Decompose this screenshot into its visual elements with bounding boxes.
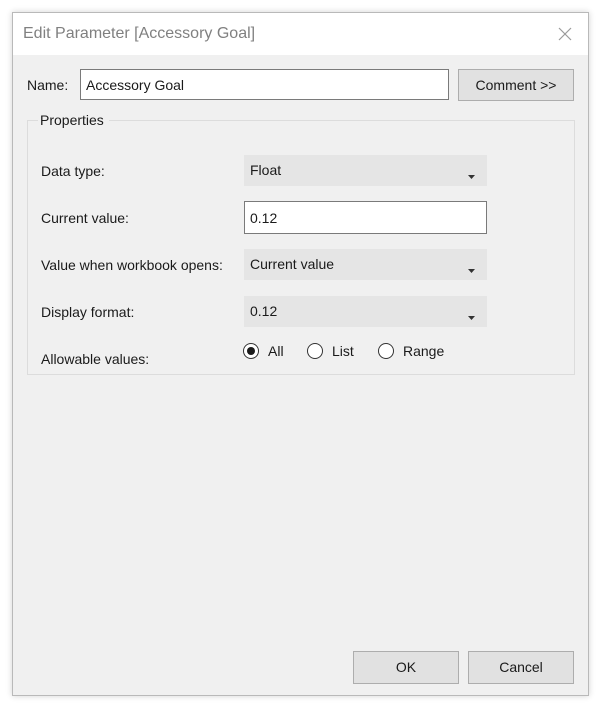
workbook-opens-label: Value when workbook opens: [41,257,223,273]
properties-group: Properties Data type: Float Current valu… [27,112,575,375]
radio-list-label: List [332,343,354,359]
name-label: Name: [27,77,69,93]
radio-selected-dot [247,347,255,355]
window-title: Edit Parameter [Accessory Goal] [23,25,256,42]
title-bar: Edit Parameter [Accessory Goal] [13,13,588,55]
radio-range-circle [378,343,394,359]
name-field[interactable] [80,69,449,100]
radio-range-label: Range [403,343,445,359]
ok-button[interactable]: OK [353,651,459,684]
data-type-value: Float [250,162,282,178]
allowable-values-label: Allowable values: [41,351,150,367]
cancel-button[interactable]: Cancel [468,651,574,684]
data-type-dropdown[interactable]: Float [244,155,487,186]
chevron-down-icon [468,308,475,324]
workbook-opens-value: Current value [250,256,335,272]
radio-all-circle [243,343,259,359]
comment-button[interactable]: Comment >> [458,69,574,101]
properties-legend: Properties [38,112,109,128]
close-button[interactable] [550,19,580,49]
edit-parameter-dialog: Edit Parameter [Accessory Goal] Name: Co… [12,12,589,696]
display-format-label: Display format: [41,304,135,320]
workbook-opens-dropdown[interactable]: Current value [244,249,487,280]
chevron-down-icon [468,261,475,277]
chevron-down-icon [468,167,475,183]
radio-list-circle [307,343,323,359]
display-format-value: 0.12 [250,303,278,319]
display-format-dropdown[interactable]: 0.12 [244,296,487,327]
current-value-field[interactable] [244,201,487,234]
radio-all-label: All [268,343,284,359]
current-value-label: Current value: [41,210,129,226]
data-type-label: Data type: [41,163,105,179]
close-icon [550,19,580,49]
